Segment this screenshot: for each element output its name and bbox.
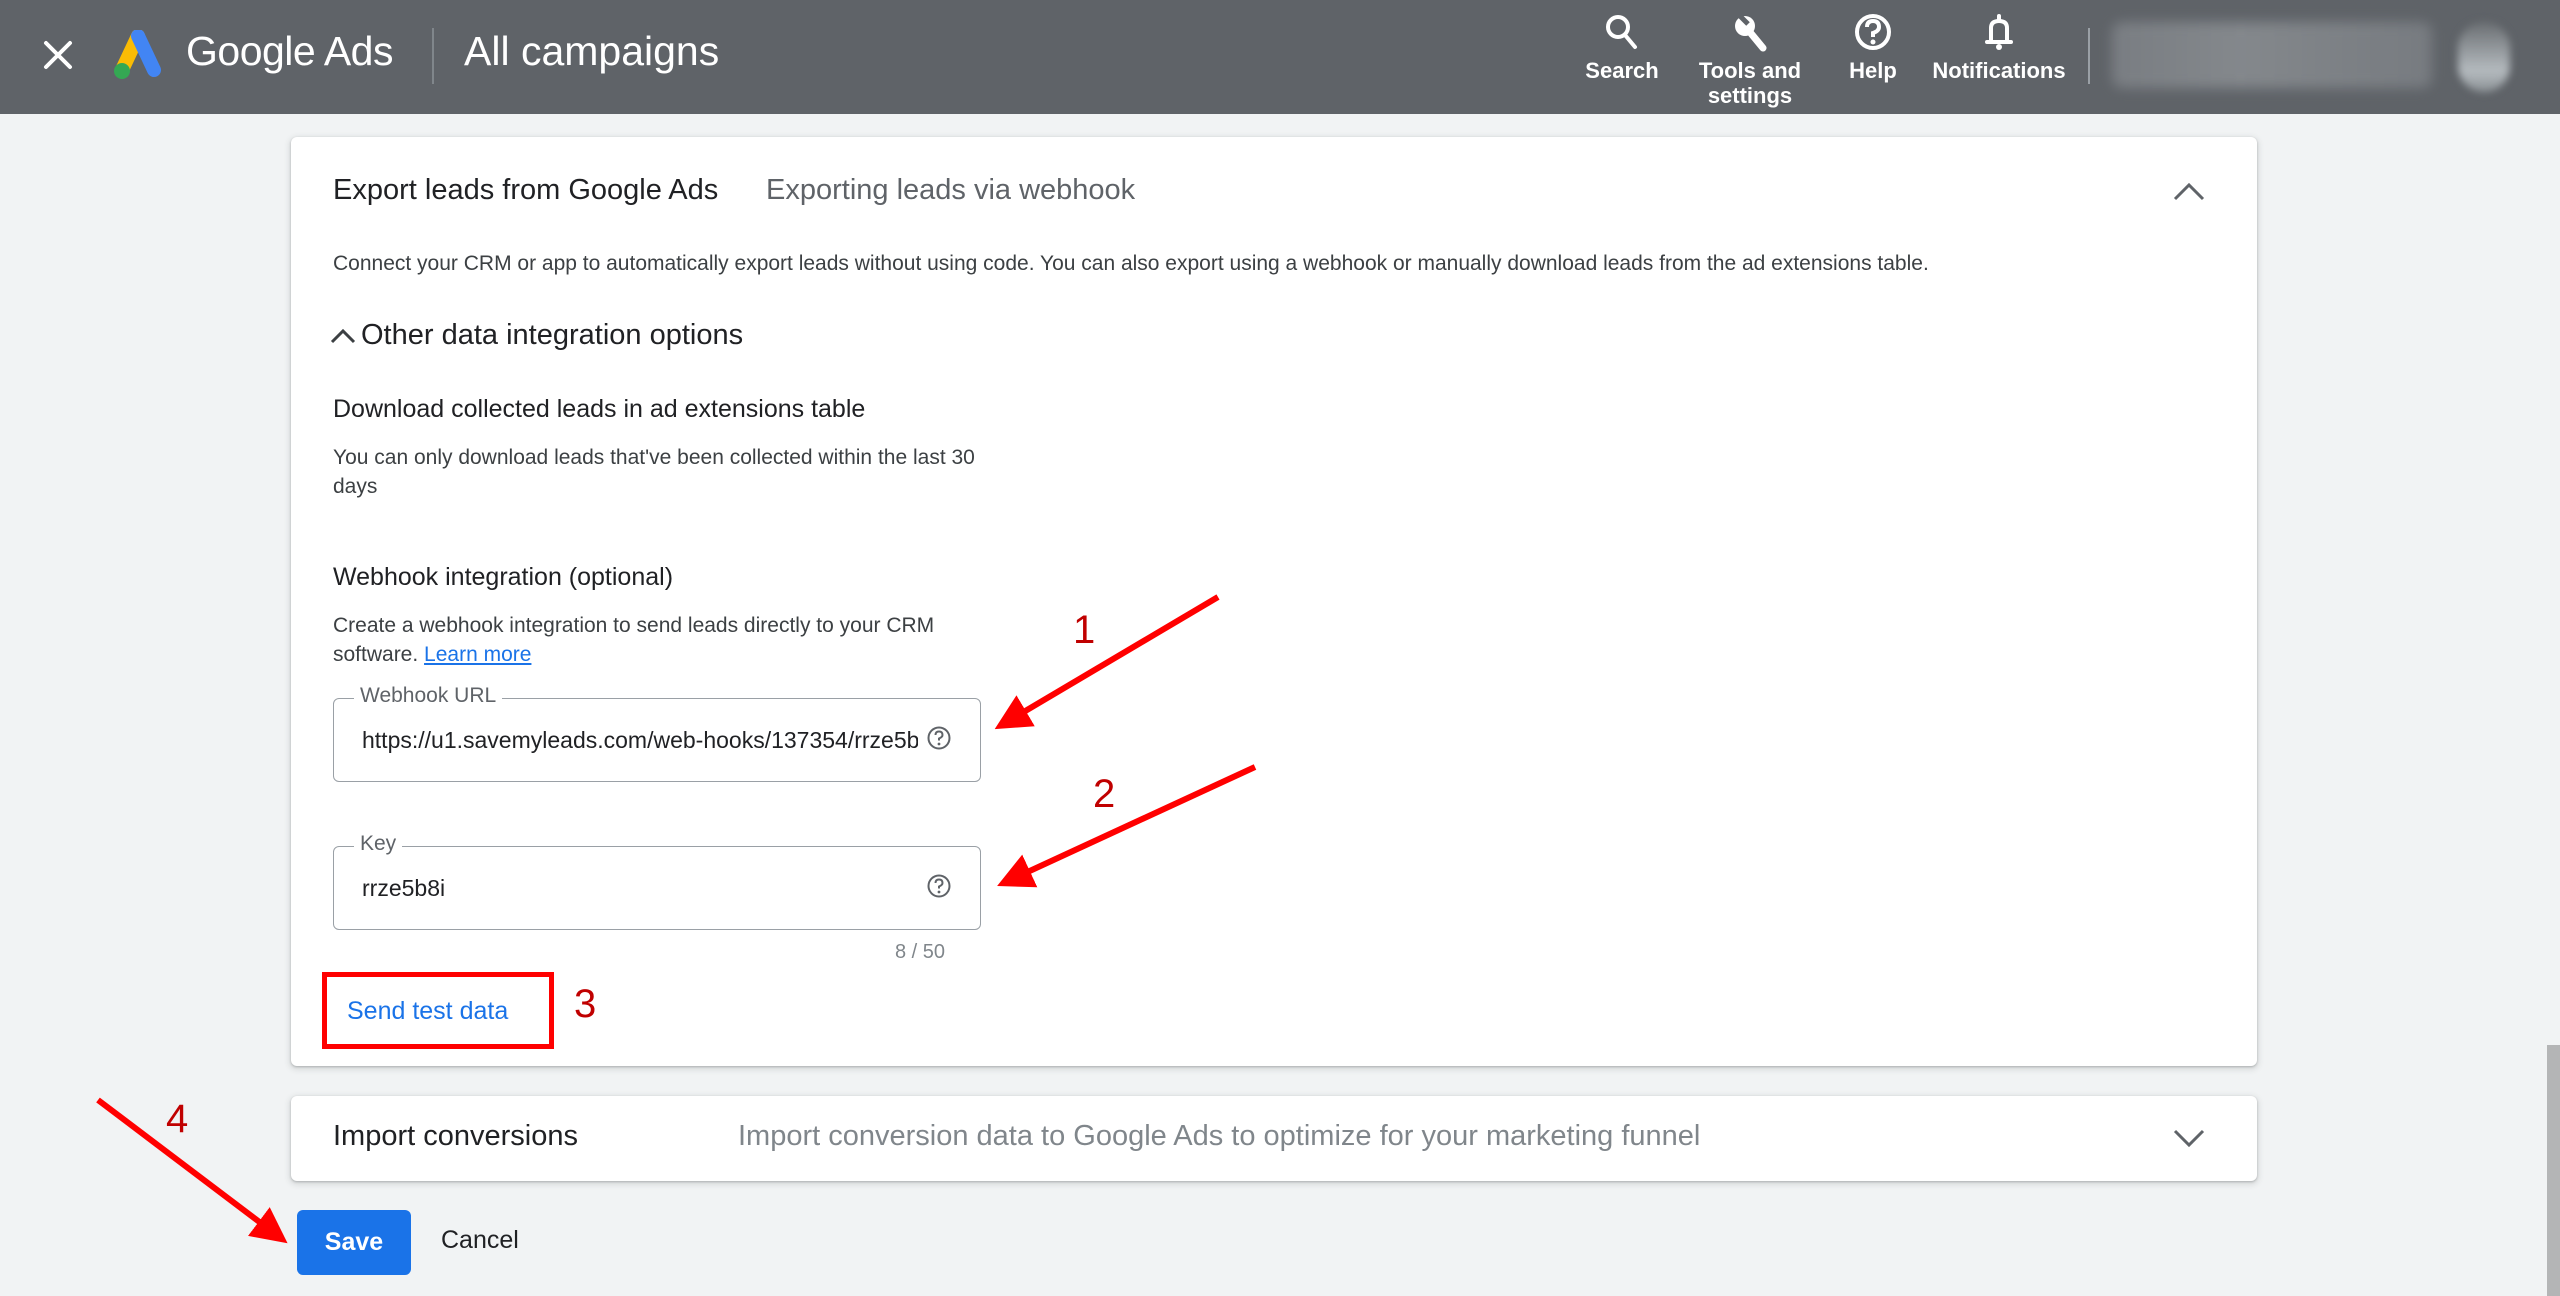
other-options-toggle[interactable]: Other data integration options xyxy=(329,319,743,352)
key-input[interactable]: rrze5b8i xyxy=(362,875,862,902)
page-title: All campaigns xyxy=(464,28,720,74)
search-button[interactable]: Search xyxy=(1580,12,1664,83)
import-section-title: Import conversions xyxy=(333,1120,578,1152)
webhook-heading: Webhook integration (optional) xyxy=(333,563,674,591)
close-button[interactable] xyxy=(38,35,78,75)
search-icon xyxy=(1606,15,1637,49)
annotation-2: 2 xyxy=(1093,772,1116,816)
search-label: Search xyxy=(1585,58,1659,83)
help-button[interactable]: Help xyxy=(1840,12,1906,83)
webhook-text: Create a webhook integration to send lea… xyxy=(333,611,993,669)
header-divider-right xyxy=(2088,28,2090,84)
annotation-1: 1 xyxy=(1073,608,1096,652)
google-ads-logo xyxy=(108,29,166,80)
expand-import-button[interactable] xyxy=(2171,1123,2207,1153)
avatar[interactable] xyxy=(2458,22,2510,92)
save-button[interactable]: Save xyxy=(297,1210,411,1275)
collapse-export-button[interactable] xyxy=(2171,177,2207,207)
help-circle-icon[interactable] xyxy=(926,725,952,751)
account-info-blurred[interactable] xyxy=(2112,22,2432,88)
other-options-label: Other data integration options xyxy=(361,319,744,351)
help-icon xyxy=(1855,14,1891,50)
learn-more-link[interactable]: Learn more xyxy=(424,643,531,666)
tools-label: Tools and settings xyxy=(1698,58,1802,108)
top-app-bar: Google Ads All campaigns Search Tools an… xyxy=(0,0,2560,114)
notifications-button[interactable]: Notifications xyxy=(1928,12,2070,83)
webhook-url-label: Webhook URL xyxy=(354,684,503,708)
download-text: You can only download leads that've been… xyxy=(333,446,975,498)
close-icon xyxy=(44,41,72,69)
chevron-up-icon xyxy=(2173,182,2205,201)
bell-icon xyxy=(1985,14,2013,50)
annotation-4: 4 xyxy=(166,1097,189,1141)
export-section-title: Export leads from Google Ads xyxy=(333,174,719,206)
import-conversions-panel[interactable]: Import conversions Import conversion dat… xyxy=(291,1096,2257,1181)
download-heading: Download collected leads in ad extension… xyxy=(333,395,866,423)
webhook-url-field[interactable]: Webhook URL https://u1.savemyleads.com/w… xyxy=(333,684,981,782)
export-description: Connect your CRM or app to automatically… xyxy=(333,252,1929,275)
webhook-url-input[interactable]: https://u1.savemyleads.com/web-hooks/137… xyxy=(362,727,918,754)
wrench-icon xyxy=(1735,14,1767,52)
key-field[interactable]: Key rrze5b8i xyxy=(333,832,981,930)
scrollbar-thumb[interactable] xyxy=(2547,1045,2560,1296)
key-label: Key xyxy=(354,832,403,856)
brand-name: Google Ads xyxy=(186,28,394,74)
notifications-label: Notifications xyxy=(1932,58,2066,83)
header-divider xyxy=(432,28,434,84)
cancel-button[interactable]: Cancel xyxy=(441,1226,519,1255)
chevron-up-icon xyxy=(330,328,356,343)
annotation-highlight-box xyxy=(322,972,554,1049)
help-circle-icon[interactable] xyxy=(926,873,952,899)
annotation-3: 3 xyxy=(574,982,597,1026)
help-label: Help xyxy=(1849,58,1897,83)
export-leads-panel: Export leads from Google Ads Exporting l… xyxy=(291,137,2257,1066)
export-section-subtitle: Exporting leads via webhook xyxy=(766,174,1136,206)
google-ads-logo-icon xyxy=(114,29,161,79)
key-char-counter: 8 / 50 xyxy=(895,941,946,963)
import-section-subtitle: Import conversion data to Google Ads to … xyxy=(738,1120,1701,1152)
chevron-down-icon xyxy=(2173,1129,2205,1148)
tools-and-settings-button[interactable]: Tools and settings xyxy=(1690,12,1810,108)
